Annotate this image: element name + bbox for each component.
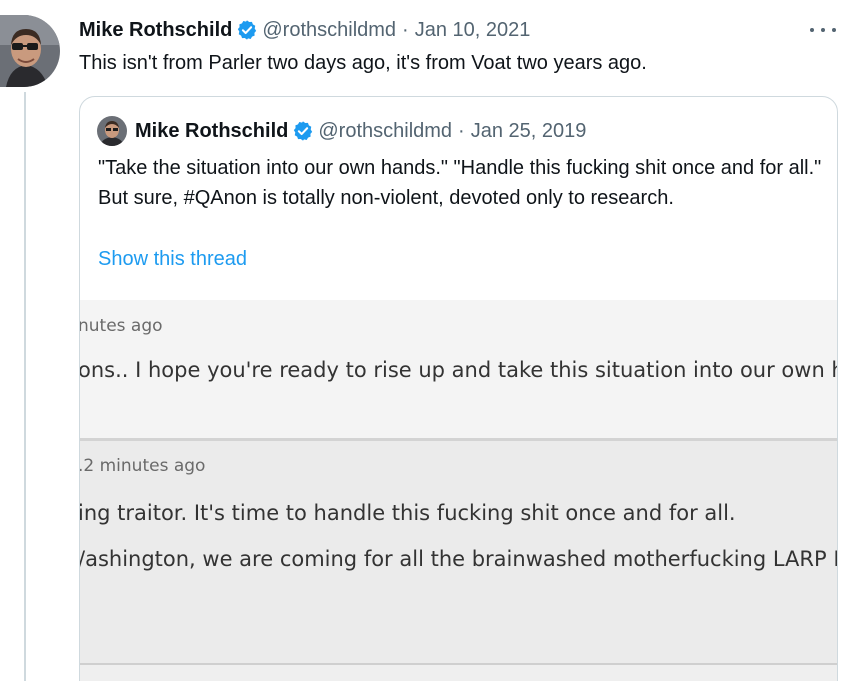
tweet-date[interactable]: Jan 10, 2021 [415,19,531,42]
author-handle[interactable]: @rothschildmd [262,19,396,42]
screenshot-post-text: ons.. I hope you're ready to rise up and… [80,358,837,382]
show-thread-link[interactable]: Show this thread [98,248,247,271]
screenshot-post [80,665,837,681]
more-horizontal-icon[interactable] [810,20,836,40]
quoted-author-handle: @rothschildmd [318,119,453,142]
quoted-author-name: Mike Rothschild [135,119,289,142]
verified-badge-icon [236,19,258,41]
screenshot-post: nutes ago ons.. I hope you're ready to r… [80,300,837,438]
quoted-tweet-media[interactable]: nutes ago ons.. I hope you're ready to r… [80,300,837,681]
quoted-tweet-text: "Take the situation into our own hands."… [98,157,822,209]
author-name[interactable]: Mike Rothschild [79,19,232,42]
tweet-header: Mike Rothschild @rothschildmd · Jan 10, … [79,17,530,43]
quoted-tweet[interactable]: Mike Rothschild @rothschildmd · Jan 25, … [79,96,838,681]
screenshot-post: .2 minutes ago ing traitor. It's time to… [80,441,837,663]
quoted-tweet-date: Jan 25, 2019 [470,119,587,142]
verified-badge-icon [292,120,314,142]
quoted-tweet-header: Mike Rothschild @rothschildmd · Jan 25, … [97,116,587,146]
screenshot-post-text: ing traitor. It's time to handle this fu… [80,501,736,525]
quoted-author-avatar [97,116,127,146]
header-separator: · [402,18,409,41]
author-avatar[interactable] [0,15,60,87]
thread-line [24,92,26,681]
screenshot-post-timestamp: nutes ago [80,316,163,336]
screenshot-post-timestamp: .2 minutes ago [80,456,206,476]
quoted-header-separator: · [458,119,465,142]
tweet-text: This isn't from Parler two days ago, it'… [79,52,647,74]
screenshot-post-text: /ashington, we are coming for all the br… [80,547,837,571]
